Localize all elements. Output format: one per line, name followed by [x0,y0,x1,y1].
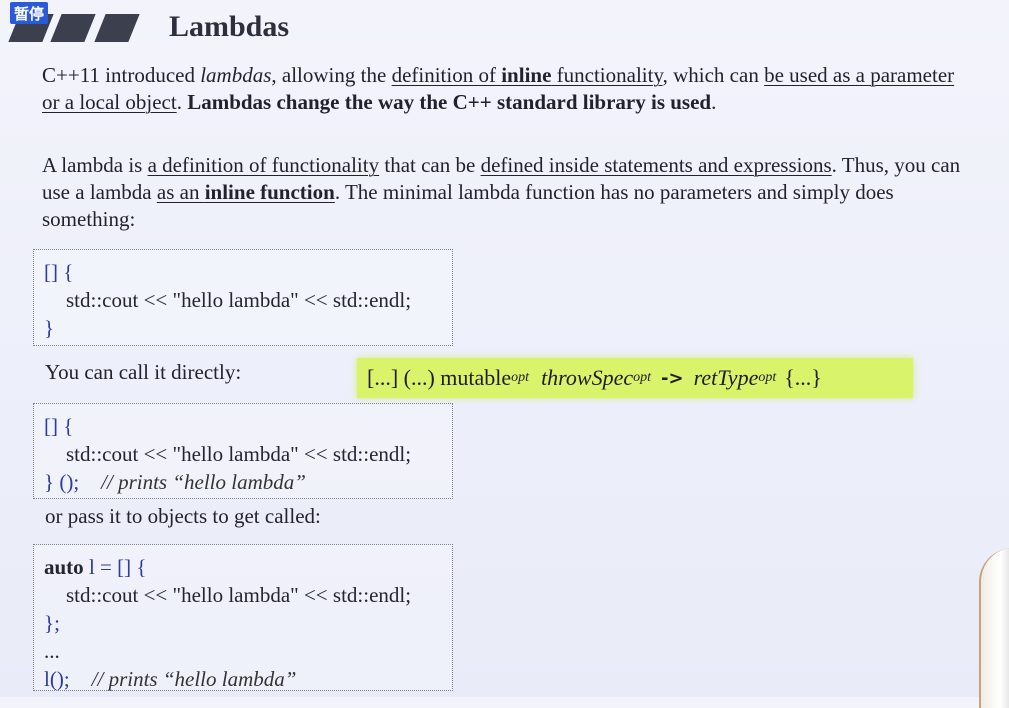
text-span: , which can [662,63,765,87]
text-span: lambdas [200,63,272,87]
underlined-phrase: defined inside statements and expression… [480,153,832,177]
code-block-minimal-lambda: [] { std::cout << "hello lambda" << std:… [33,249,453,346]
slide-title: Lambdas [169,10,290,43]
code-block-stored-lambda: auto l = [] { std::cout << "hello lambda… [33,544,453,691]
syntax-sub: opt [511,370,530,385]
text-span: , allowing the [271,63,392,87]
code-line: ... [44,639,60,663]
code-line: [] { [44,414,74,438]
code-line: std::cout << "hello lambda" << std::endl… [66,583,412,607]
syntax-part: retType [693,365,759,390]
syntax-part: throwSpec [541,365,634,390]
syntax-sub: opt [758,370,777,385]
syntax-part: {...} [784,365,822,390]
underlined-phrase: a definition of functionality [147,153,380,177]
code-line: std::cout << "hello lambda" << std::endl… [66,288,412,312]
presenter-edge [979,548,1009,708]
code-line: std::cout << "hello lambda" << std::endl… [66,442,412,466]
arrow-glyph: -> [661,367,684,389]
text-span: . [176,90,188,114]
text-span: that can be [379,153,481,177]
bold-statement: Lambdas change the way the C++ standard … [187,90,712,114]
code-line: } [44,316,55,340]
decor-bar [94,14,140,42]
text-span: C++11 introduced [42,63,201,87]
code-line: }; [44,611,60,635]
underlined-phrase: definition of inline functionality [391,63,663,87]
underlined-phrase: as an inline function [156,180,335,204]
lambda-syntax-highlight: [...] (...) mutable opt throwSpec opt -> r… [357,358,913,398]
code-line: } ();// prints “hello lambda” [44,470,306,494]
definition-paragraph: A lambda is a definition of functionalit… [42,152,982,233]
intro-paragraph: C++11 introduced lambdas, allowing the d… [42,62,962,116]
pass-to-objects-label: or pass it to objects to get called: [45,504,321,528]
pause-badge: 暂停 [10,2,48,24]
text-span: . [711,90,717,114]
syntax-part: [...] (...) mutable [367,365,512,390]
code-line: l();// prints “hello lambda” [44,667,297,691]
text-span: A lambda is [42,153,148,177]
call-directly-label: You can call it directly: [45,360,242,384]
code-line: [] { [44,260,74,284]
syntax-sub: opt [633,370,652,385]
decor-bar [50,14,96,42]
code-line: auto l = [] { [44,555,147,579]
code-block-direct-call: [] { std::cout << "hello lambda" << std:… [33,403,453,499]
